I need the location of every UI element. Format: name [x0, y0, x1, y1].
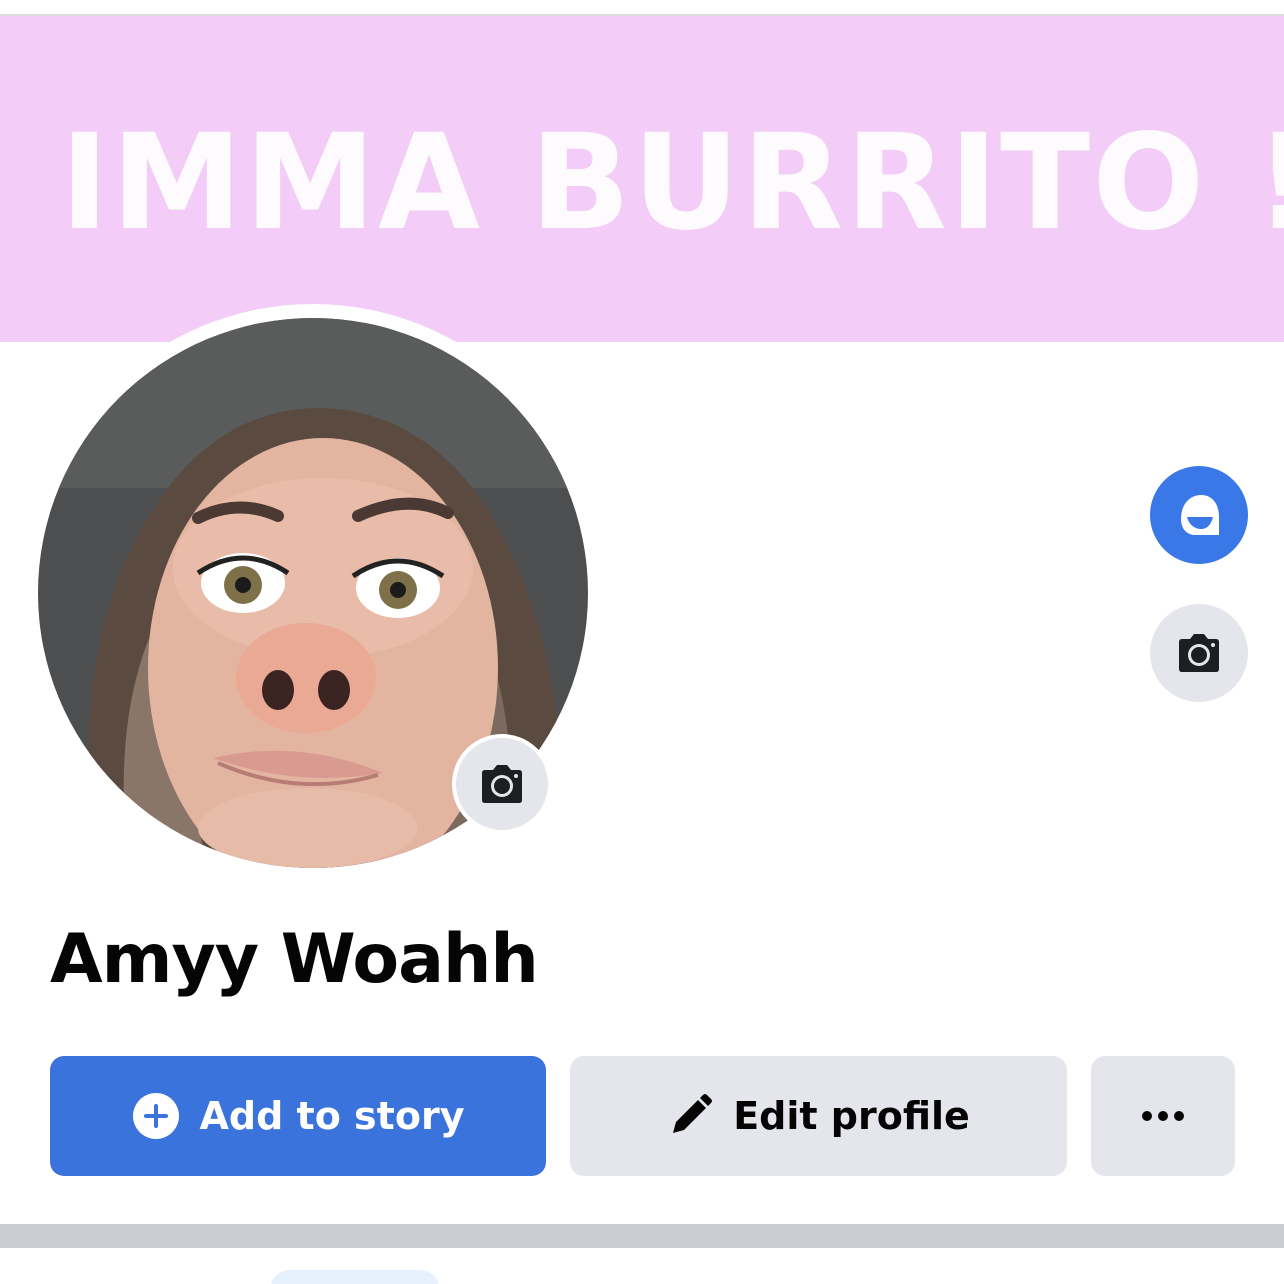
edit-cover-photo-button[interactable]	[1150, 604, 1248, 702]
avatar-face-icon	[1181, 495, 1219, 535]
section-divider	[0, 1224, 1284, 1248]
edit-profile-label: Edit profile	[733, 1094, 970, 1138]
plus-circle-icon	[132, 1092, 180, 1140]
profile-name: Amyy Woahh	[50, 920, 539, 999]
add-to-story-button[interactable]: Add to story	[50, 1056, 546, 1176]
next-section-chip	[270, 1270, 440, 1284]
camera-icon	[482, 765, 522, 803]
pencil-icon	[667, 1093, 713, 1139]
cover-photo[interactable]: IMMA BURRITO !	[0, 16, 1284, 342]
edit-profile-photo-button[interactable]	[452, 734, 552, 834]
more-options-button[interactable]	[1091, 1056, 1235, 1176]
add-to-story-label: Add to story	[199, 1094, 465, 1138]
profile-page: IMMA BURRITO ! Amyy Woahh Add to story E…	[0, 0, 1284, 1284]
ellipsis-icon	[1142, 1111, 1184, 1121]
edit-profile-button[interactable]: Edit profile	[570, 1056, 1067, 1176]
avatar-button[interactable]	[1150, 466, 1248, 564]
cover-text: IMMA BURRITO !	[60, 106, 1284, 260]
camera-icon	[1179, 634, 1219, 672]
